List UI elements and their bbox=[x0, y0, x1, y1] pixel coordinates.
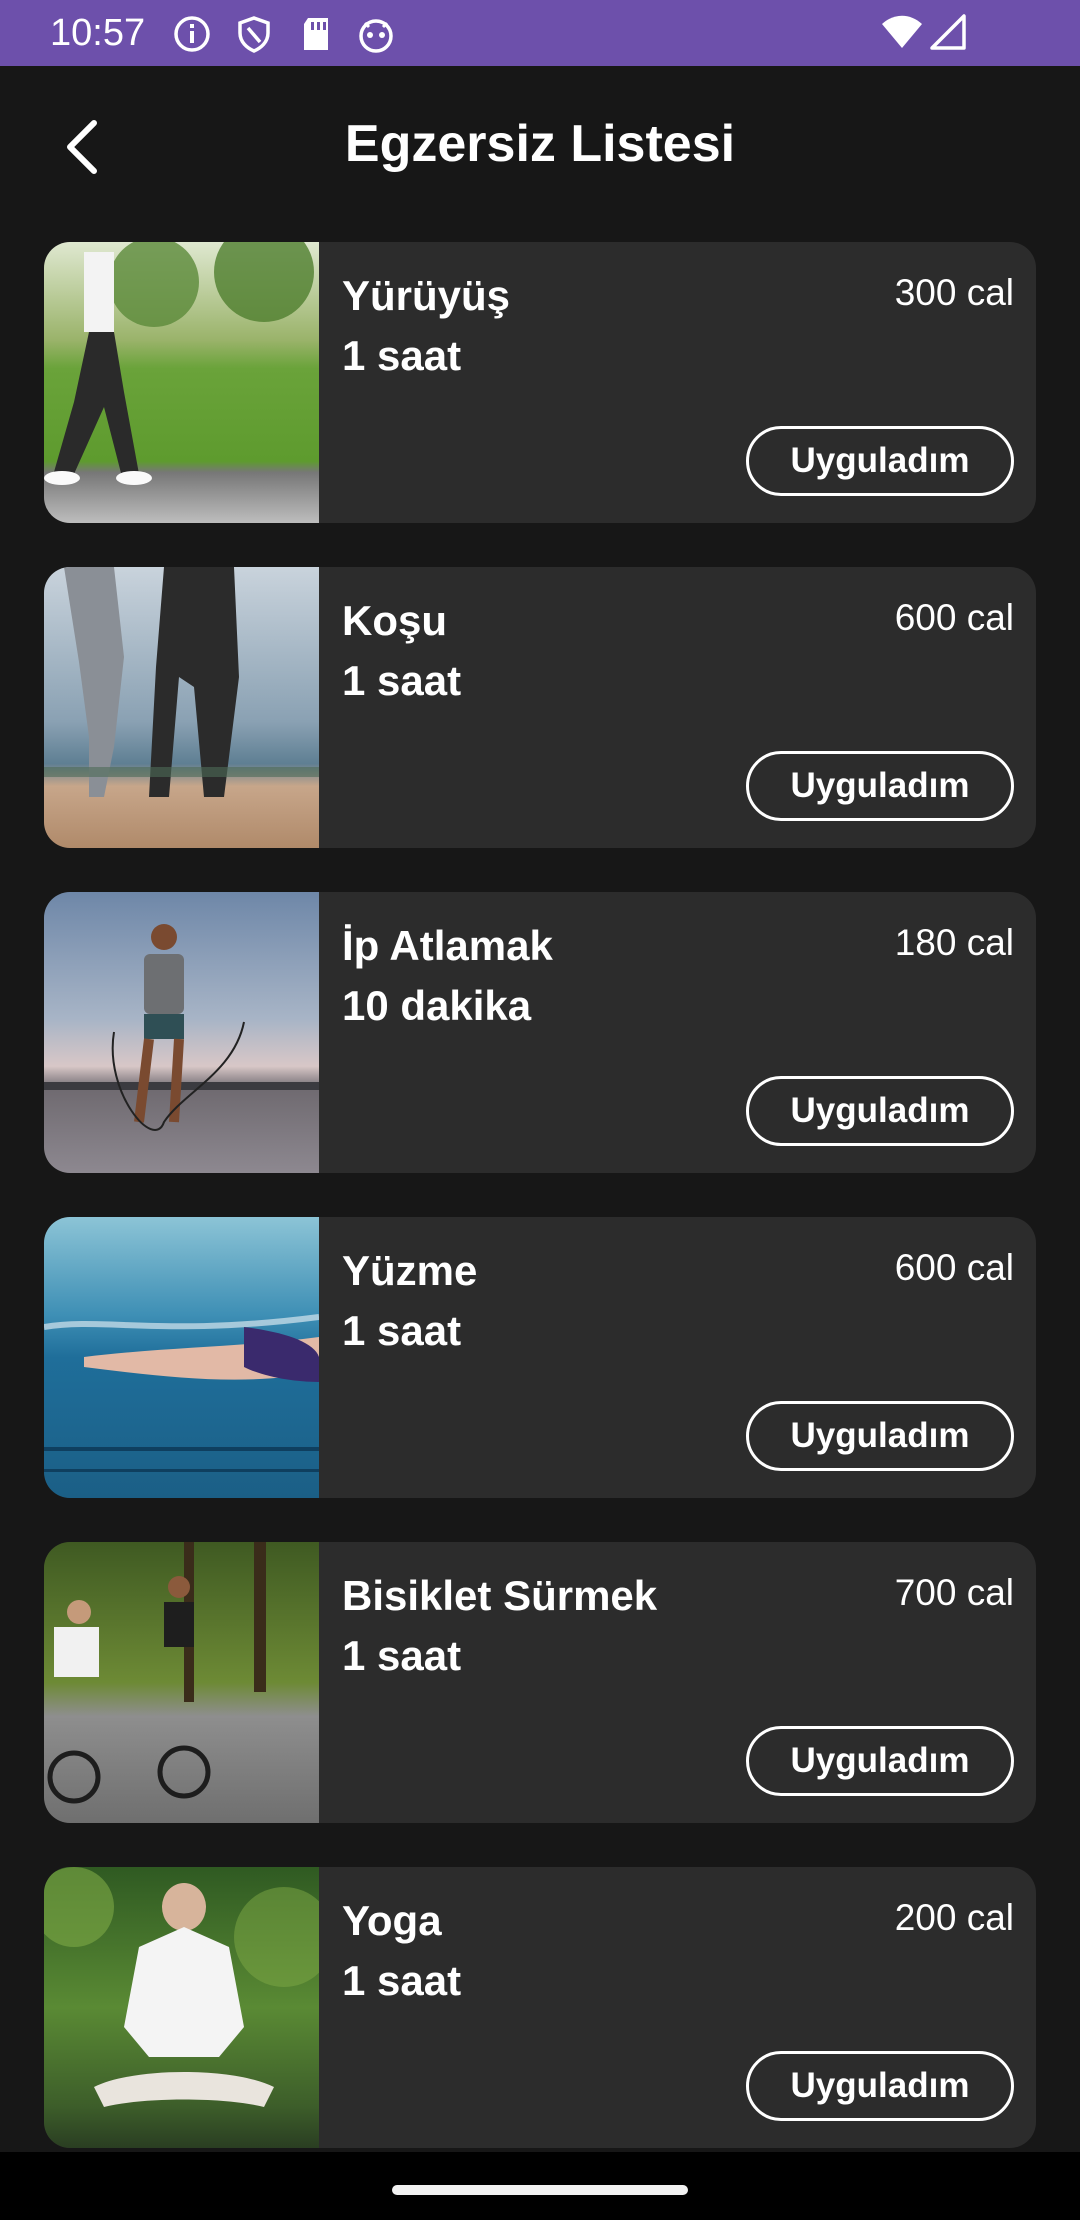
wifi-icon bbox=[882, 15, 922, 48]
yoga-photo bbox=[44, 1867, 319, 2148]
exercise-card: Yoga 1 saat 200 cal Uyguladım bbox=[44, 1867, 1036, 2148]
applied-button[interactable]: Uyguladım bbox=[746, 1076, 1014, 1146]
exercise-name: Yürüyüş bbox=[342, 272, 511, 319]
status-time: 10:57 bbox=[50, 12, 146, 54]
exercise-calories: 600 cal bbox=[894, 597, 1014, 638]
swimming-photo bbox=[44, 1217, 319, 1498]
shield-icon bbox=[238, 16, 270, 53]
exercise-calories: 700 cal bbox=[894, 1572, 1014, 1613]
exercise-duration: 10 dakika bbox=[342, 982, 532, 1029]
status-bar: 10:57 bbox=[0, 0, 1080, 66]
exercise-card: Yüzme 1 saat 600 cal Uyguladım bbox=[44, 1217, 1036, 1498]
applied-button[interactable]: Uyguladım bbox=[746, 751, 1014, 821]
cycling-photo bbox=[44, 1542, 319, 1823]
exercise-duration: 1 saat bbox=[342, 332, 462, 379]
exercise-calories: 200 cal bbox=[894, 1897, 1014, 1938]
sd-card-icon bbox=[304, 18, 328, 50]
applied-button[interactable]: Uyguladım bbox=[746, 2051, 1014, 2121]
signal-icon bbox=[930, 14, 966, 50]
exercise-name: Yoga bbox=[342, 1897, 442, 1944]
exercise-duration: 1 saat bbox=[342, 657, 462, 704]
home-gesture-handle[interactable] bbox=[392, 2185, 688, 2195]
jump-rope-photo bbox=[44, 892, 319, 1173]
exercise-list: Yürüyüş 1 saat 300 cal Uyguladım Koşu 1 … bbox=[44, 242, 1036, 2192]
exercise-name: Yüzme bbox=[342, 1247, 478, 1294]
info-icon bbox=[174, 16, 210, 52]
exercise-calories: 600 cal bbox=[894, 1247, 1014, 1288]
app-bar: Egzersiz Listesi bbox=[0, 66, 1080, 226]
applied-button[interactable]: Uyguladım bbox=[746, 1726, 1014, 1796]
exercise-card: Koşu 1 saat 600 cal Uyguladım bbox=[44, 567, 1036, 848]
exercise-calories: 180 cal bbox=[894, 922, 1014, 963]
walking-photo bbox=[44, 242, 319, 523]
exercise-name: Bisiklet Sürmek bbox=[342, 1572, 658, 1619]
exercise-card: Yürüyüş 1 saat 300 cal Uyguladım bbox=[44, 242, 1036, 523]
exercise-duration: 1 saat bbox=[342, 1957, 462, 2004]
exercise-card: Bisiklet Sürmek 1 saat 700 cal Uyguladım bbox=[44, 1542, 1036, 1823]
exercise-duration: 1 saat bbox=[342, 1307, 462, 1354]
exercise-name: İp Atlamak bbox=[342, 922, 553, 969]
applied-button[interactable]: Uyguladım bbox=[746, 1401, 1014, 1471]
android-icon bbox=[359, 19, 393, 53]
page-title: Egzersiz Listesi bbox=[344, 115, 736, 173]
exercise-calories: 300 cal bbox=[894, 272, 1014, 313]
applied-button[interactable]: Uyguladım bbox=[746, 426, 1014, 496]
exercise-name: Koşu bbox=[342, 597, 447, 644]
running-photo bbox=[44, 567, 319, 848]
exercise-duration: 1 saat bbox=[342, 1632, 462, 1679]
exercise-card: İp Atlamak 10 dakika 180 cal Uyguladım bbox=[44, 892, 1036, 1173]
